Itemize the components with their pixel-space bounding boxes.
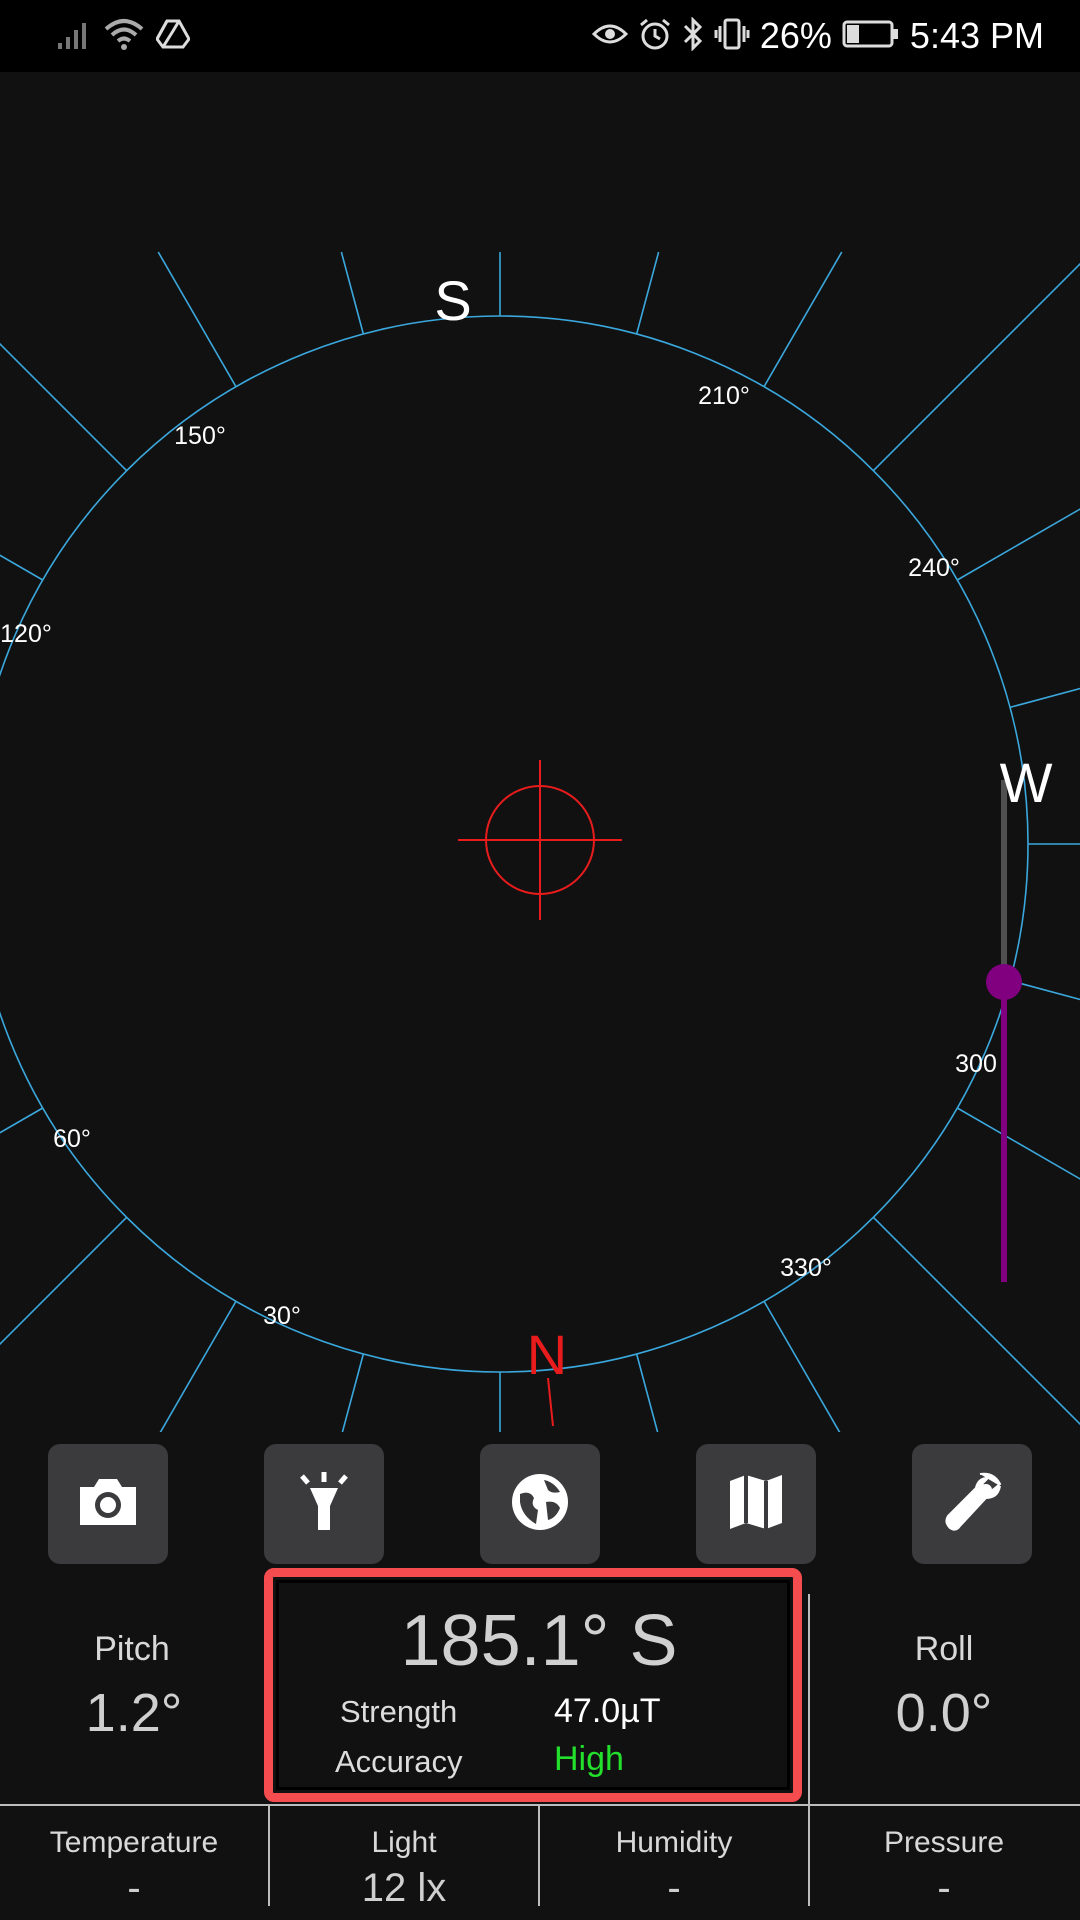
camera-button[interactable] <box>48 1444 168 1564</box>
degree-label: 330° <box>780 1254 832 1282</box>
env-label: Temperature <box>49 1826 219 1859</box>
battery-percent: 26% <box>759 15 832 56</box>
wifi-icon <box>104 17 144 56</box>
accuracy-value: High <box>554 1740 624 1778</box>
pitch-label: Pitch <box>94 1630 170 1668</box>
compass-tick <box>0 1107 44 1134</box>
env-label: Light <box>371 1826 437 1859</box>
clock: 5:43 PM <box>909 15 1044 56</box>
wrench-icon <box>940 1470 1004 1539</box>
strength-label: Strength <box>340 1694 458 1729</box>
compass-tick <box>0 554 44 581</box>
degree-label: 300 <box>955 1050 997 1078</box>
compass-tick <box>0 1216 128 1346</box>
compass-tick <box>159 1300 237 1432</box>
degree-label: 240° <box>908 554 960 582</box>
env-humidity: Humidity - <box>540 1812 808 1920</box>
roll-value: 0.0° <box>895 1683 993 1743</box>
strength-value: 47.0µT <box>554 1692 661 1730</box>
compass-tick <box>1009 979 1080 1001</box>
env-label: Humidity <box>615 1826 733 1859</box>
degree-label: 150° <box>174 422 226 450</box>
compass-tick <box>872 262 1080 472</box>
heading-value: 185.1° S <box>400 1601 678 1681</box>
globe-button[interactable] <box>480 1444 600 1564</box>
drive-icon <box>155 19 191 54</box>
compass-tick <box>956 1107 1080 1180</box>
tilt-slider[interactable] <box>986 780 1022 1282</box>
compass-tick <box>956 508 1080 581</box>
alarm-icon <box>638 17 672 56</box>
flashlight-icon <box>296 1470 352 1539</box>
env-value: - <box>127 1866 141 1910</box>
env-value: - <box>937 1866 951 1910</box>
battery-icon <box>842 19 900 54</box>
crosshair <box>458 760 622 920</box>
accuracy-label: Accuracy <box>335 1744 463 1779</box>
divider <box>0 1804 1080 1806</box>
compass-tick <box>341 1353 365 1432</box>
compass-tick <box>635 251 660 335</box>
eye-icon <box>591 20 628 53</box>
camera-icon <box>76 1475 140 1534</box>
map-icon <box>726 1471 786 1538</box>
env-value: 12 lx <box>361 1866 447 1910</box>
compass-tick <box>635 1353 659 1432</box>
tilt-slider-handle[interactable] <box>986 964 1022 1000</box>
compass-dial[interactable]: S W N 30° 60° 120° 150° 210° 240° 300 330° <box>0 72 1080 1432</box>
compass-tick <box>1009 687 1080 709</box>
pitch-value: 1.2° <box>85 1683 183 1743</box>
cardinal-south: S <box>434 269 471 332</box>
env-label: Pressure <box>883 1826 1005 1859</box>
cardinal-west: W <box>1000 751 1053 814</box>
env-value: - <box>667 1866 681 1910</box>
compass-circle <box>0 315 1029 1373</box>
flashlight-button[interactable] <box>264 1444 384 1564</box>
compass-tick <box>340 251 365 335</box>
compass-tick <box>763 251 843 388</box>
signal-icon <box>56 17 92 56</box>
globe-icon <box>510 1472 570 1537</box>
cardinal-north: N <box>527 1323 567 1386</box>
degree-label: 120° <box>0 620 52 648</box>
degree-label: 60° <box>53 1125 91 1153</box>
compass-tick <box>763 1300 841 1432</box>
compass-tick <box>0 342 128 472</box>
status-bar: 26% 5:43 PM <box>0 0 1080 72</box>
bluetooth-icon <box>682 15 704 56</box>
compass-tick <box>872 1216 1080 1426</box>
degree-label: 210° <box>698 382 750 410</box>
settings-button[interactable] <box>912 1444 1032 1564</box>
env-temperature: Temperature - <box>0 1812 268 1920</box>
degree-label: 30° <box>263 1302 301 1330</box>
env-light: Light 12 lx <box>270 1812 538 1920</box>
map-button[interactable] <box>696 1444 816 1564</box>
roll-label: Roll <box>914 1630 974 1668</box>
tool-bar <box>0 1444 1080 1564</box>
compass-tick <box>157 251 237 388</box>
divider <box>808 1594 810 1804</box>
vibrate-icon <box>714 17 750 56</box>
env-pressure: Pressure - <box>810 1812 1078 1920</box>
